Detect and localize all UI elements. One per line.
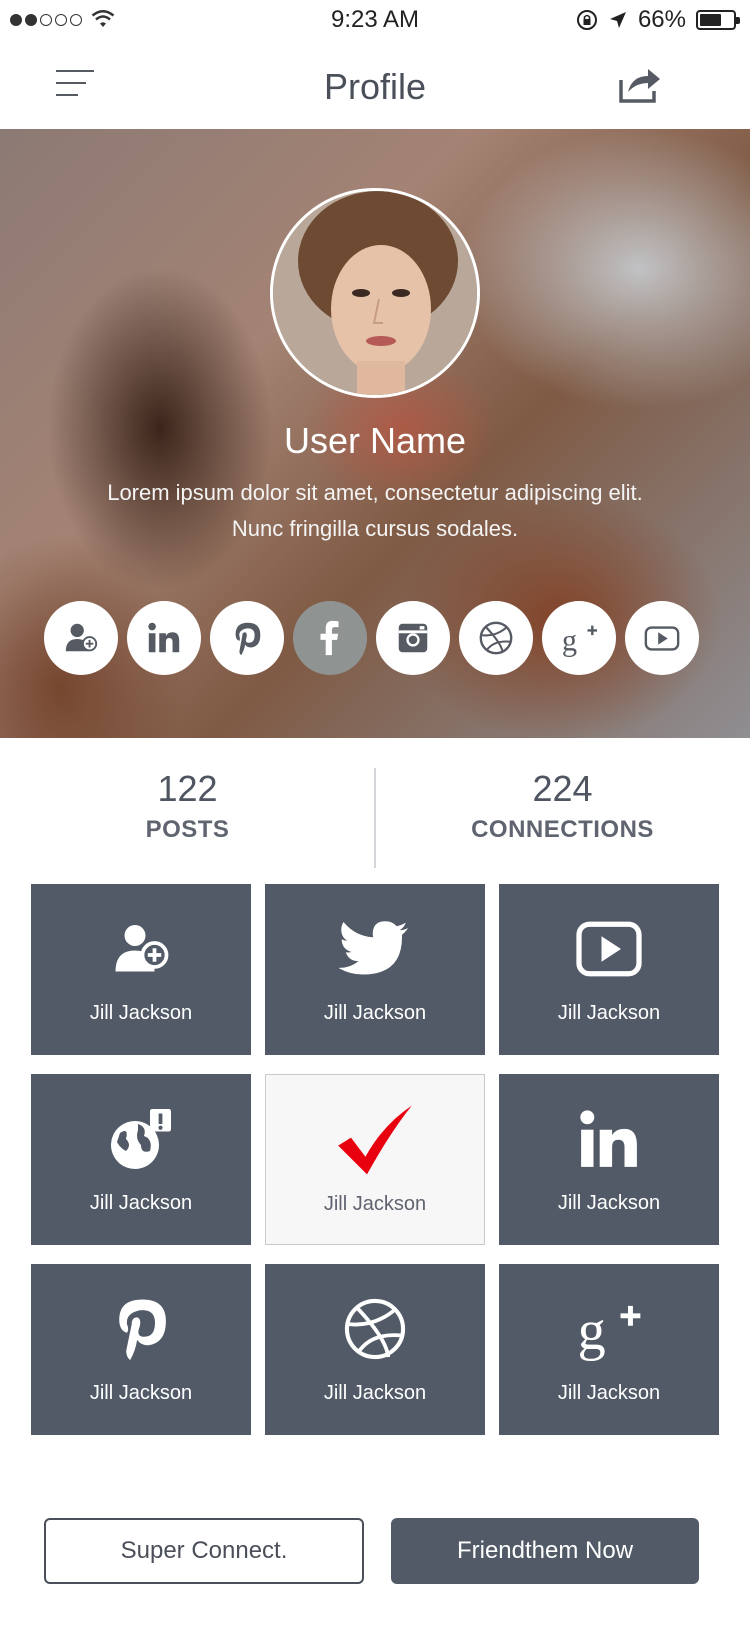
- globe-alert-icon: [111, 1109, 171, 1169]
- tile-name: Jill Jackson: [323, 1193, 427, 1215]
- dribbble-icon: [479, 621, 513, 655]
- dribbble-icon: [344, 1298, 406, 1360]
- youtube-icon: [644, 626, 680, 651]
- connection-tile[interactable]: Jill Jackson: [31, 884, 251, 1055]
- connection-tile[interactable]: Jill Jackson: [31, 1074, 251, 1245]
- social-linkedin-button[interactable]: [127, 601, 201, 675]
- posts-stat[interactable]: 122 POSTS: [0, 768, 375, 844]
- battery-percent: 66%: [637, 6, 686, 33]
- connection-tile[interactable]: Jill Jackson: [265, 884, 485, 1055]
- location-arrow-icon: [609, 12, 626, 28]
- svg-text:g: g: [562, 623, 577, 657]
- tile-name: Jill Jackson: [557, 1002, 661, 1024]
- social-youtube-button[interactable]: [625, 601, 699, 675]
- youtube-icon: [576, 921, 642, 977]
- status-right-group: 66%: [576, 6, 740, 34]
- tile-name: Jill Jackson: [89, 1192, 193, 1214]
- profile-stats: 122 POSTS 224 CONNECTIONS: [0, 738, 750, 878]
- connections-count: 224: [532, 768, 593, 809]
- user-name: User Name: [283, 420, 467, 461]
- social-links: g: [44, 601, 699, 675]
- add-user-icon: [115, 925, 169, 972]
- facebook-icon: [320, 620, 339, 656]
- connection-tile[interactable]: Jill Jackson: [499, 884, 719, 1055]
- share-icon[interactable]: [618, 64, 662, 104]
- connection-tile[interactable]: Jill Jackson: [265, 1264, 485, 1435]
- connection-tile[interactable]: Jill Jackson: [499, 1074, 719, 1245]
- tile-name: Jill Jackson: [89, 1382, 193, 1404]
- super-connect-button[interactable]: Super Connect.: [44, 1518, 364, 1584]
- profile-header: User Name Lorem ipsum dolor sit amet, co…: [0, 129, 750, 738]
- user-bio: Lorem ipsum dolor sit amet, consectetur …: [70, 475, 680, 547]
- user-bio-line: Nunc fringilla cursus sodales.: [231, 516, 519, 541]
- google-plus-icon: g: [578, 1300, 641, 1362]
- connections-label: CONNECTIONS: [471, 816, 654, 843]
- tile-name: Jill Jackson: [89, 1002, 193, 1024]
- status-bar: 9:23 AM 66%: [0, 0, 750, 42]
- social-add-user-button[interactable]: [44, 601, 118, 675]
- connections-stat[interactable]: 224 CONNECTIONS: [375, 768, 750, 844]
- posts-count: 122: [157, 768, 218, 809]
- google-plus-icon: g: [562, 623, 598, 657]
- social-google-plus-button[interactable]: g: [542, 601, 616, 675]
- rotation-lock-icon: [576, 10, 597, 30]
- svg-text:g: g: [578, 1300, 606, 1362]
- nav-bar: Profile: [0, 42, 750, 129]
- user-bio-line: Lorem ipsum dolor sit amet, consectetur …: [107, 480, 643, 505]
- instagram-icon: [398, 623, 428, 653]
- connection-tile[interactable]: Jill Jackson: [31, 1264, 251, 1435]
- add-user-icon: [65, 623, 98, 652]
- tile-name: Jill Jackson: [323, 1002, 427, 1024]
- tile-name: Jill Jackson: [557, 1192, 661, 1214]
- connection-tile-selected[interactable]: Jill Jackson: [265, 1074, 485, 1245]
- pinterest-icon: [235, 622, 261, 656]
- twitter-icon: [339, 921, 408, 975]
- friendthem-now-button[interactable]: Friendthem Now: [391, 1518, 699, 1584]
- social-dribbble-button[interactable]: [459, 601, 533, 675]
- posts-label: POSTS: [145, 816, 230, 843]
- linkedin-icon: [580, 1110, 637, 1167]
- avatar: [270, 188, 480, 398]
- checkmark-icon: [338, 1105, 412, 1175]
- social-pinterest-button[interactable]: [210, 601, 284, 675]
- tile-name: Jill Jackson: [323, 1382, 427, 1404]
- social-instagram-button[interactable]: [376, 601, 450, 675]
- connection-tile[interactable]: g Jill Jackson: [499, 1264, 719, 1435]
- linkedin-icon: [148, 622, 180, 653]
- battery-icon: [696, 10, 740, 30]
- social-facebook-button[interactable]: [293, 601, 367, 675]
- tile-name: Jill Jackson: [557, 1382, 661, 1404]
- pinterest-icon: [119, 1299, 166, 1361]
